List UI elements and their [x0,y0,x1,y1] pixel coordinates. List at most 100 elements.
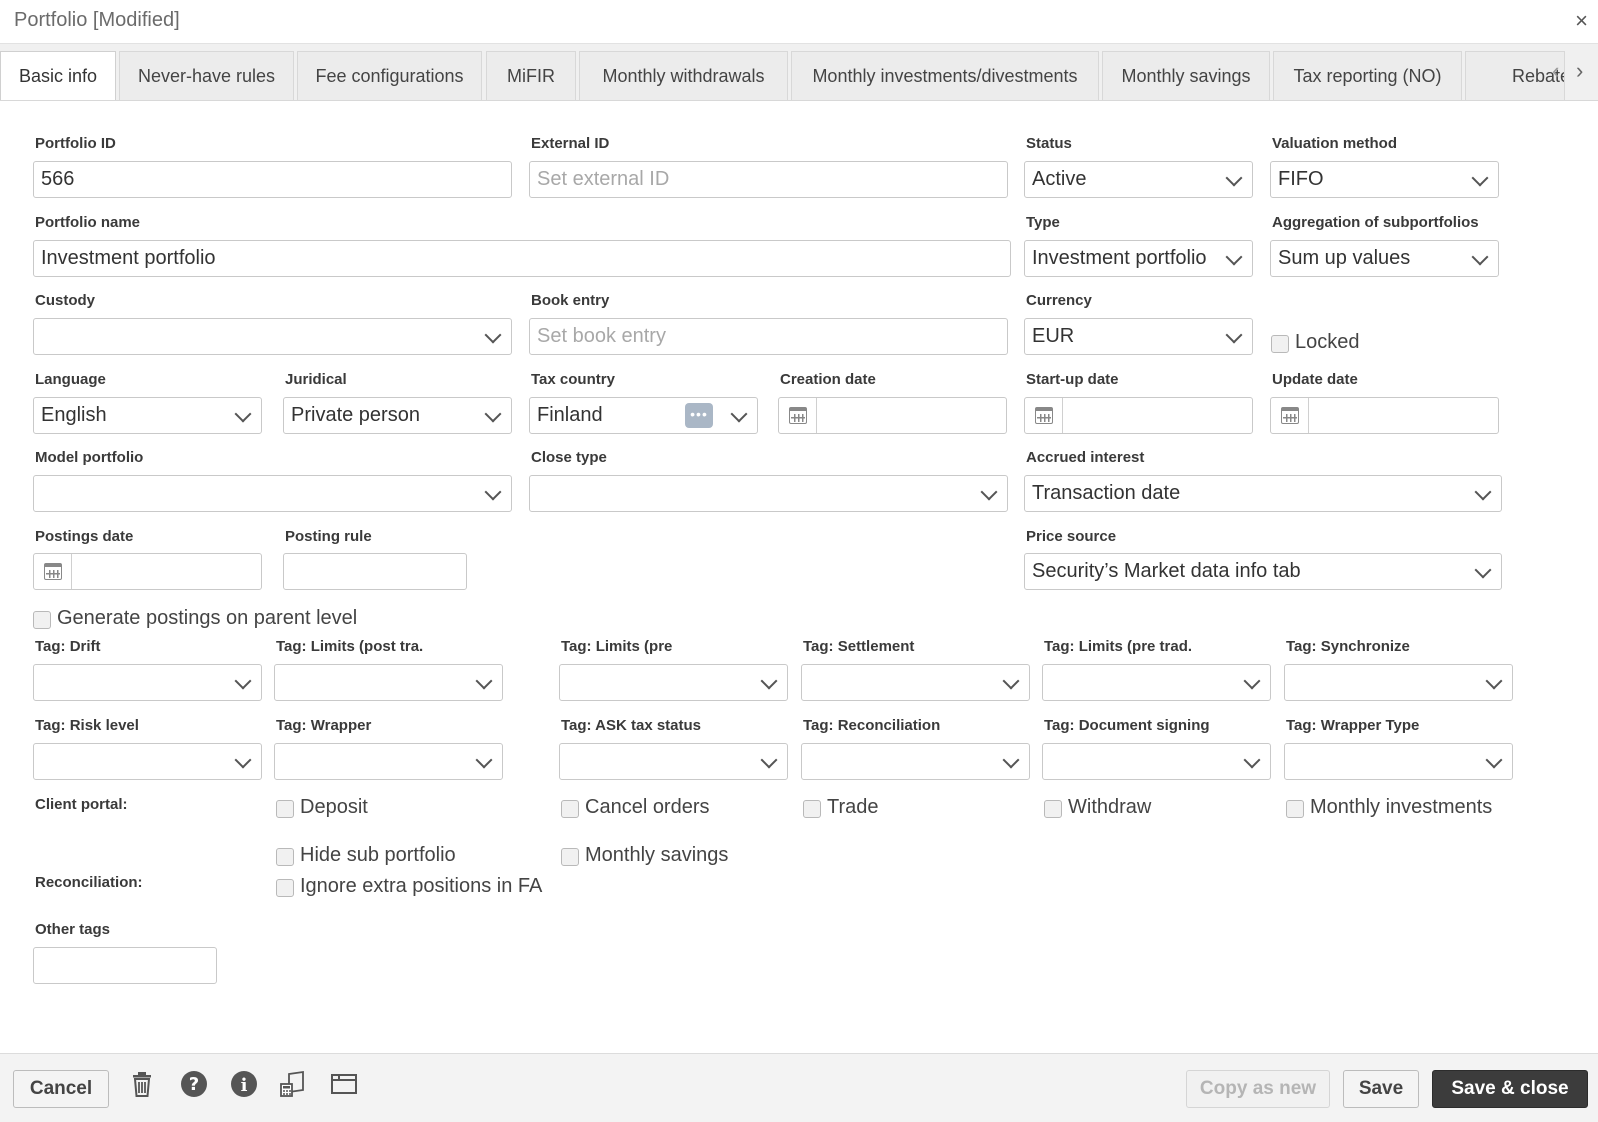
tab-basic-info[interactable]: Basic info [0,51,116,100]
tab-monthly-investments-divestments[interactable]: Monthly investments/divestments [791,51,1099,100]
status-value: Active [1032,168,1087,190]
price-source-select[interactable]: Security’s Market data info tab [1024,553,1502,590]
client-portal-label: Client portal: [35,796,128,813]
close-type-select[interactable] [529,475,1008,512]
currency-select[interactable]: EUR [1024,318,1253,355]
tag-wrapper-type-select[interactable] [1284,743,1513,780]
calendar-icon[interactable] [34,554,72,589]
language-label: Language [35,371,106,388]
calculator-book-icon[interactable] [279,1070,307,1098]
price-source-value: Security’s Market data info tab [1032,560,1301,582]
tab-tax-reporting-no[interactable]: Tax reporting (NO) [1273,51,1462,100]
startup-date-label: Start-up date [1026,371,1119,388]
chevron-down-icon [234,751,252,769]
language-select[interactable]: English [33,397,262,434]
help-icon[interactable]: ? [180,1070,208,1098]
tax-country-select[interactable]: Finland ••• [529,397,758,434]
portfolio-id-input[interactable]: 566 [33,161,512,198]
tab-monthly-withdrawals[interactable]: Monthly withdrawals [579,51,788,100]
window-title: Portfolio [Modified] [14,9,180,31]
chevron-down-icon [234,405,252,423]
ignore-extra-positions-checkbox[interactable] [276,879,294,897]
book-entry-input[interactable]: Set book entry [529,318,1008,355]
tab-scroll-left-icon[interactable]: ‹ [1552,58,1559,84]
posting-rule-input[interactable] [283,553,467,590]
tax-country-label: Tax country [531,371,615,388]
generate-postings-label: Generate postings on parent level [57,607,358,629]
hide-sub-portfolio-checkbox[interactable] [276,848,294,866]
reconciliation-label: Reconciliation: [35,874,143,891]
chevron-down-icon [1002,751,1020,769]
deposit-checkbox[interactable] [276,800,294,818]
tag-limits-pre-trad-select[interactable] [1042,664,1271,701]
tab-rebate[interactable]: Rebate [1465,51,1565,100]
monthly-investments-checkbox[interactable] [1286,800,1304,818]
update-date-input[interactable] [1270,397,1499,434]
external-id-input[interactable]: Set external ID [529,161,1008,198]
tag-document-signing-label: Tag: Document signing [1044,717,1210,734]
tab-mifir[interactable]: MiFIR [486,51,576,100]
close-icon[interactable]: × [1575,8,1588,34]
generate-postings-checkbox[interactable] [33,611,51,629]
more-options-icon[interactable]: ••• [685,403,713,428]
portfolio-id-value: 566 [41,168,75,190]
cancel-orders-checkbox[interactable] [561,800,579,818]
tab-monthly-savings[interactable]: Monthly savings [1102,51,1270,100]
trash-icon[interactable] [128,1070,156,1098]
status-select[interactable]: Active [1024,161,1253,198]
tag-limits-post-select[interactable] [274,664,503,701]
copy-as-new-button[interactable]: Copy as new [1186,1070,1330,1108]
tab-scroll-right-icon[interactable]: › [1576,58,1583,84]
tag-drift-label: Tag: Drift [35,638,101,655]
portfolio-name-value: Investment portfolio [41,247,216,269]
tag-document-signing-select[interactable] [1042,743,1271,780]
valuation-method-select[interactable]: FIFO [1270,161,1499,198]
other-tags-input[interactable] [33,947,217,984]
aggregation-select[interactable]: Sum up values [1270,240,1499,277]
calendar-icon[interactable] [1025,398,1063,433]
external-id-label: External ID [531,135,610,152]
tag-limits-pre-select[interactable] [559,664,788,701]
posting-rule-label: Posting rule [285,528,372,545]
calendar-icon[interactable] [1271,398,1309,433]
calendar-icon[interactable] [779,398,817,433]
save-button[interactable]: Save [1343,1070,1419,1108]
tag-wrapper-select[interactable] [274,743,503,780]
creation-date-input[interactable] [778,397,1007,434]
info-icon[interactable]: i [230,1070,258,1098]
tag-synchronize-select[interactable] [1284,664,1513,701]
cancel-button[interactable]: Cancel [13,1070,109,1108]
book-entry-label: Book entry [531,292,610,309]
tag-wrapper-type-label: Tag: Wrapper Type [1286,717,1420,734]
accrued-interest-select[interactable]: Transaction date [1024,475,1502,512]
portfolio-id-label: Portfolio ID [35,135,116,152]
portfolio-name-input[interactable]: Investment portfolio [33,240,1011,277]
model-portfolio-select[interactable] [33,475,512,512]
juridical-select[interactable]: Private person [283,397,512,434]
chevron-down-icon [1474,561,1492,579]
withdraw-checkbox[interactable] [1044,800,1062,818]
chevron-down-icon [730,405,748,423]
save-close-button[interactable]: Save & close [1432,1070,1588,1108]
tag-risk-level-select[interactable] [33,743,262,780]
tag-reconciliation-select[interactable] [801,743,1030,780]
creation-date-label: Creation date [780,371,876,388]
chevron-down-icon [1225,169,1243,187]
tab-never-have-rules[interactable]: Never-have rules [119,51,294,100]
tag-drift-select[interactable] [33,664,262,701]
tag-ask-tax-status-select[interactable] [559,743,788,780]
locked-checkbox[interactable] [1271,335,1289,353]
monthly-savings-checkbox[interactable] [561,848,579,866]
window-titlebar: Portfolio [Modified] × [0,0,1598,44]
tag-wrapper-label: Tag: Wrapper [276,717,372,734]
custody-select[interactable] [33,318,512,355]
window-icon[interactable] [330,1070,358,1098]
startup-date-input[interactable] [1024,397,1253,434]
tag-settlement-select[interactable] [801,664,1030,701]
tab-fee-configurations[interactable]: Fee configurations [297,51,482,100]
type-select[interactable]: Investment portfolio [1024,240,1253,277]
postings-date-input[interactable] [33,553,262,590]
aggregation-label: Aggregation of subportfolios [1272,214,1479,231]
trade-checkbox[interactable] [803,800,821,818]
deposit-label: Deposit [300,796,368,818]
